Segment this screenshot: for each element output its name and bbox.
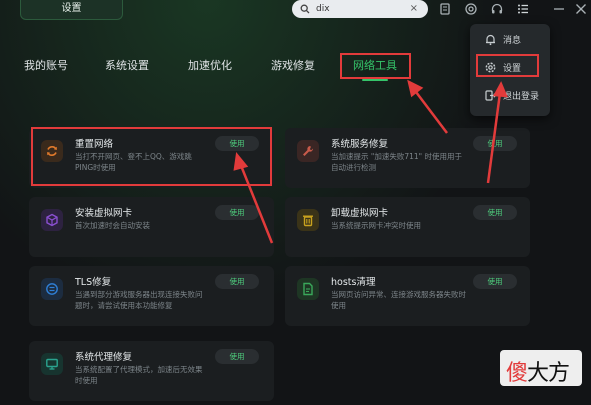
card-tls-repair: TLS修复 当遇到部分游戏服务器出现连接失败问题时，请尝试使用本功能修复 使用 [29, 266, 274, 326]
card-title: 系统服务修复 [331, 139, 389, 150]
watermark-text-first: 傻 [506, 361, 528, 386]
notepad-icon[interactable] [438, 2, 452, 16]
watermark-logo: 傻大方 [500, 350, 582, 386]
card-description: 当系统提示网卡冲突时使用 [331, 221, 421, 230]
menu-item-label: 退出登录 [503, 92, 540, 102]
target-icon[interactable] [464, 2, 478, 16]
close-icon[interactable] [574, 2, 588, 16]
use-button-hosts-cleanup[interactable]: 使用 [473, 274, 517, 289]
shield-cycle-icon [46, 283, 58, 295]
card-title: 系统代理修复 [75, 352, 133, 363]
monitor-icon [46, 358, 58, 370]
card-description: 当遇到部分游戏服务器出现连接失败问题时，请尝试使用本功能修复 [75, 290, 203, 310]
card-description: 当加速提示 "加速失败711" 时使用用于自动进行检测 [331, 152, 462, 172]
use-button-install-nic[interactable]: 使用 [215, 205, 259, 220]
use-button-system-service[interactable]: 使用 [473, 136, 517, 151]
card-icon-bg [41, 353, 63, 375]
card-title: TLS修复 [75, 277, 112, 288]
use-button-tls-repair[interactable]: 使用 [215, 274, 259, 289]
card-proxy-repair: 系统代理修复 当系统配置了代理模式，加速后无效果时使用 使用 [29, 341, 274, 401]
minimize-icon[interactable] [552, 2, 566, 16]
headset-icon[interactable] [490, 2, 504, 16]
trash-icon [303, 215, 313, 227]
menu-item-label: 消息 [503, 36, 522, 46]
card-icon-bg [297, 278, 319, 300]
logout-icon [485, 90, 497, 101]
active-tab-indicator [362, 79, 388, 81]
watermark-text-rest: 大方 [527, 361, 570, 386]
card-icon-bg [41, 278, 63, 300]
tab-acceleration[interactable]: 加速优化 [188, 56, 232, 76]
bell-icon [486, 34, 495, 46]
menu-list-icon[interactable] [516, 2, 530, 16]
cube-icon [46, 213, 58, 227]
search-input[interactable]: dix [316, 0, 330, 18]
use-button-uninstall-nic[interactable]: 使用 [473, 205, 517, 220]
card-icon-bg [297, 209, 319, 231]
card-description: 当系统配置了代理模式，加速后无效果时使用 [75, 365, 203, 385]
wrench-icon [303, 145, 314, 156]
card-system-service-repair: 系统服务修复 当加速提示 "加速失败711" 时使用用于自动进行检测 使用 [285, 128, 530, 188]
card-description: 首次加速时会自动安装 [75, 221, 150, 230]
tab-system-settings[interactable]: 系统设置 [105, 56, 149, 76]
card-icon-bg [297, 140, 319, 162]
card-description: 当网页访问异常、连接游戏服务器失败时使用 [331, 290, 466, 310]
tab-game-repair[interactable]: 游戏修复 [271, 56, 315, 76]
card-install-virtual-nic: 安装虚拟网卡 首次加速时会自动安装 使用 [29, 197, 274, 257]
highlight-reset-network-card [31, 127, 272, 186]
tab-settings[interactable]: 设置 [20, 0, 123, 20]
highlight-network-tools-tab [340, 53, 411, 79]
search-clear-icon[interactable]: × [410, 0, 418, 18]
search-box[interactable]: dix × [292, 0, 428, 18]
card-title: 卸载虚拟网卡 [331, 208, 389, 219]
highlight-settings-menu-item [476, 54, 539, 77]
menu-item-logout[interactable]: 退出登录 [470, 84, 550, 108]
card-uninstall-virtual-nic: 卸载虚拟网卡 当系统提示网卡冲突时使用 使用 [285, 197, 530, 257]
card-title: hosts清理 [331, 277, 376, 288]
card-title: 安装虚拟网卡 [75, 208, 133, 219]
search-icon [300, 4, 310, 14]
use-button-proxy-repair[interactable]: 使用 [215, 349, 259, 364]
tab-my-account[interactable]: 我的账号 [24, 56, 68, 76]
menu-item-messages[interactable]: 消息 [470, 28, 550, 52]
card-icon-bg [41, 209, 63, 231]
card-hosts-cleanup: hosts清理 当网页访问异常、连接游戏服务器失败时使用 使用 [285, 266, 530, 326]
document-icon [303, 282, 313, 296]
title-bar: 设置 dix × [0, 0, 591, 22]
